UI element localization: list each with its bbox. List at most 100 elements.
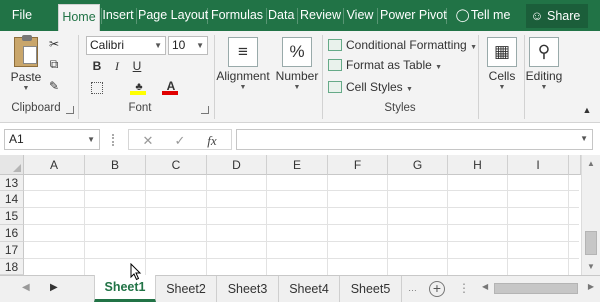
row-header[interactable]: 14 [0,191,24,208]
resize-grip-icon[interactable]: ⋮ [458,281,470,295]
grid-line [447,175,448,275]
sheet-tab-sheet4[interactable]: Sheet4 [279,276,340,302]
underline-button[interactable]: U [128,57,146,75]
tab-power-pivot[interactable]: Power Pivot [380,0,447,31]
editing-button[interactable]: ⚲ Editing ▼ [524,37,564,91]
tab-review[interactable]: Review [300,0,341,31]
tab-separator [136,8,137,24]
scroll-thumb[interactable] [585,231,597,255]
format-painter-button[interactable]: ✎ [45,77,63,95]
tab-file[interactable]: File [6,0,38,31]
row-header[interactable]: 16 [0,225,24,242]
format-as-table-button[interactable]: Format as Table ▼ [328,56,442,74]
chevron-down-icon: ▼ [196,41,204,50]
more-sheets-icon[interactable]: … [408,283,417,293]
next-sheet-icon[interactable]: ▶ [50,282,58,293]
dialog-launcher-icon[interactable] [201,106,209,114]
sheet-tab-sheet5[interactable]: Sheet5 [340,276,402,302]
grid-row[interactable] [24,242,579,259]
borders-button[interactable] [88,79,106,97]
column-header[interactable]: B [85,155,146,175]
tab-data[interactable]: Data [268,0,294,31]
column-header[interactable]: F [328,155,388,175]
collapse-ribbon-button[interactable]: ▲ [578,101,596,119]
chevron-down-icon: ▼ [435,64,443,71]
grid-row[interactable] [24,225,579,242]
grid-row[interactable] [24,259,579,275]
formula-bar-grip-icon [112,134,115,146]
column-header[interactable]: H [448,155,508,175]
grid-row[interactable] [24,208,579,225]
number-button[interactable]: % Number ▼ [274,37,320,91]
column-header[interactable] [569,155,581,175]
font-name-select[interactable]: Calibri ▼ [86,36,166,55]
formula-buttons: ✕ ✓ fx [128,129,232,150]
tab-insert[interactable]: Insert [102,0,134,31]
vertical-scrollbar[interactable]: ▲ ▼ [581,155,600,275]
grid-row[interactable] [24,191,579,208]
scroll-down-icon[interactable]: ▼ [587,262,595,271]
share-button[interactable]: ☺ Share [526,4,588,28]
cancel-button[interactable]: ✕ [139,131,157,150]
row-header[interactable]: 18 [0,259,24,275]
scroll-left-icon[interactable]: ◀ [482,282,488,291]
sheet-tab-sheet1[interactable]: Sheet1 [94,275,156,302]
sheet-tab-sheet2[interactable]: Sheet2 [156,276,217,302]
cell-styles-button[interactable]: Cell Styles ▼ [328,78,413,96]
italic-button[interactable]: I [108,57,126,75]
column-header[interactable]: D [207,155,267,175]
enter-button[interactable]: ✓ [171,131,189,150]
lightbulb-icon: ◯ [455,8,470,22]
grid-line [568,175,569,275]
cut-button[interactable]: ✂ [45,35,63,53]
tab-view[interactable]: View [345,0,375,31]
row-header[interactable]: 15 [0,208,24,225]
row-header[interactable]: 17 [0,242,24,259]
tab-home[interactable]: Home [58,4,100,31]
scroll-thumb[interactable] [494,283,578,294]
magnifier-icon: ⚲ [529,37,559,67]
tab-formulas[interactable]: Formulas [210,0,264,31]
add-sheet-button[interactable]: + [429,281,445,297]
grid-line [387,175,388,275]
conditional-formatting-button[interactable]: Conditional Formatting ▼ [328,36,477,54]
column-header[interactable]: E [267,155,328,175]
group-separator [214,35,215,119]
tell-me-box[interactable]: ◯ Tell me [452,0,514,31]
previous-sheet-icon[interactable]: ◀ [22,282,30,293]
column-header[interactable]: G [388,155,448,175]
formula-input[interactable]: ▼ [236,129,593,150]
scroll-right-icon[interactable]: ▶ [588,282,594,291]
fill-color-button[interactable]: ♣ [128,77,150,95]
font-size-select[interactable]: 10 ▼ [168,36,208,55]
name-box[interactable]: A1 ▼ [4,129,100,150]
dialog-launcher-icon[interactable] [66,106,74,114]
sheet-tab-sheet3[interactable]: Sheet3 [217,276,279,302]
select-all-button[interactable] [0,155,24,175]
paste-button[interactable]: Paste ▼ [6,35,46,92]
number-label: Number [275,69,319,83]
bold-button[interactable]: B [88,57,106,75]
column-header[interactable]: C [146,155,207,175]
styles-group-label: Styles [384,102,416,114]
insert-function-button[interactable]: fx [201,131,223,150]
border-icon [91,82,103,94]
grid-row[interactable] [24,175,579,191]
alignment-button[interactable]: ≡ Alignment ▼ [216,37,270,91]
horizontal-scrollbar[interactable]: ◀ ▶ [480,282,596,296]
copy-button[interactable]: ⧉ [45,55,63,73]
clipboard-icon [14,35,38,67]
scroll-up-icon[interactable]: ▲ [587,159,595,168]
fill-color-swatch [130,91,146,95]
worksheet-grid[interactable]: A B C D E F G H I 13 14 15 16 17 18 ▲ ▼ [0,155,600,275]
row-header[interactable]: 13 [0,175,24,191]
chevron-down-icon: ▼ [239,84,247,91]
scissors-icon: ✂ [48,37,60,51]
font-color-button[interactable]: A [160,77,182,95]
font-color-swatch [162,91,178,95]
column-header[interactable]: A [24,155,85,175]
tab-page-layout[interactable]: Page Layout [138,0,208,31]
column-header[interactable]: I [508,155,569,175]
editing-label: Editing [525,69,563,83]
cells-button[interactable]: ▦ Cells ▼ [482,37,522,91]
